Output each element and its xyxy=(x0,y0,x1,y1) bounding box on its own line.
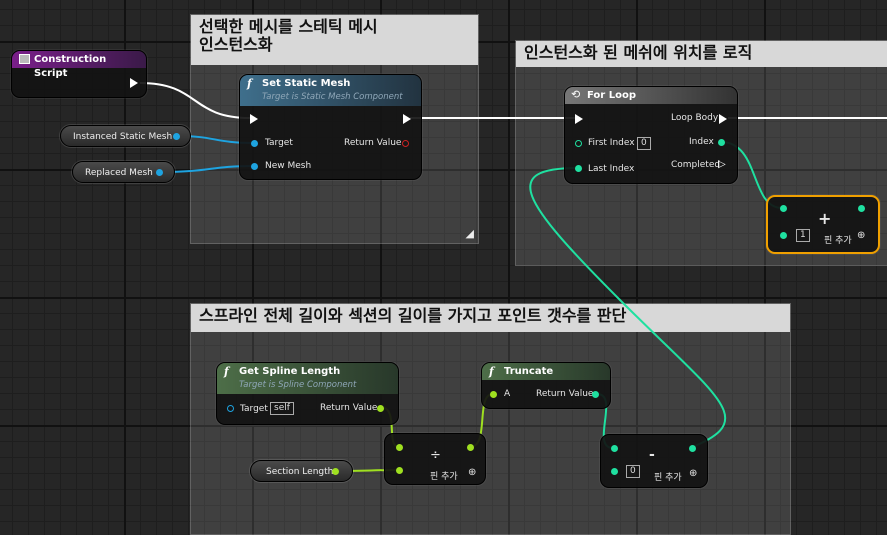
last-index-label: Last Index xyxy=(588,164,635,174)
return-value-pin[interactable] xyxy=(592,391,599,398)
input-b-value[interactable]: 1 xyxy=(796,229,810,242)
subtract-node[interactable]: - 0 핀 추가 ⊕ xyxy=(600,434,708,488)
variable-label: Instanced Static Mesh xyxy=(73,132,173,142)
return-value-label: Return Value xyxy=(344,138,402,148)
loop-icon: ⟲ xyxy=(571,88,581,101)
last-index-pin[interactable] xyxy=(575,165,582,172)
input-a-pin[interactable] xyxy=(490,391,497,398)
target-pin[interactable] xyxy=(227,405,234,412)
divide-node[interactable]: ÷ 핀 추가 ⊕ xyxy=(384,433,486,485)
operator-symbol: - xyxy=(649,447,655,463)
target-label: Target xyxy=(265,138,293,148)
input-a-pin[interactable] xyxy=(396,444,403,451)
node-subtitle: Target is Spline Component xyxy=(239,380,357,390)
node-title: Construction Script xyxy=(34,54,107,79)
add-pin-icon[interactable]: ⊕ xyxy=(857,230,865,241)
return-value-pin[interactable] xyxy=(377,405,384,412)
input-b-value[interactable]: 0 xyxy=(626,465,640,478)
set-static-mesh-node[interactable]: f Set Static Mesh Target is Static Mesh … xyxy=(239,74,422,180)
first-index-input[interactable]: 0 xyxy=(637,137,651,150)
first-index-pin[interactable] xyxy=(575,140,582,147)
for-loop-node[interactable]: ⟲ For Loop Loop Body First Index 0 Index… xyxy=(564,86,738,184)
target-input[interactable]: self xyxy=(270,402,294,415)
completed-label: Completed xyxy=(671,160,721,170)
index-pin[interactable] xyxy=(718,139,725,146)
index-label: Index xyxy=(689,137,714,147)
node-title: Get Spline Length xyxy=(239,366,341,377)
result-pin[interactable] xyxy=(467,444,474,451)
input-a-pin[interactable] xyxy=(780,205,787,212)
node-title: Truncate xyxy=(504,366,554,377)
exec-wire xyxy=(139,82,251,119)
result-pin[interactable] xyxy=(689,445,696,452)
add-pin-label[interactable]: 핀 추가 xyxy=(824,233,852,246)
new-mesh-pin[interactable] xyxy=(251,163,258,170)
variable-label: Section Length xyxy=(266,467,334,477)
add-pin-icon[interactable]: ⊕ xyxy=(468,467,476,478)
add-pin-label[interactable]: 핀 추가 xyxy=(430,469,458,482)
return-value-label: Return Value xyxy=(536,389,594,399)
node-header: f Truncate xyxy=(482,363,610,380)
function-icon: f xyxy=(247,77,252,90)
input-a-pin[interactable] xyxy=(611,445,618,452)
operator-symbol: + xyxy=(818,209,832,228)
variable-out-pin[interactable] xyxy=(156,169,163,176)
node-header: ⟲ For Loop xyxy=(565,87,737,104)
function-icon: f xyxy=(224,365,229,378)
target-pin[interactable] xyxy=(251,140,258,147)
exec-in-pin[interactable] xyxy=(250,114,258,124)
first-index-label: First Index xyxy=(588,138,635,148)
operator-symbol: ÷ xyxy=(430,448,441,463)
truncate-node[interactable]: f Truncate A Return Value xyxy=(481,362,611,409)
exec-out-pin[interactable] xyxy=(403,114,411,124)
return-value-pin[interactable] xyxy=(402,140,409,147)
add-pin-label[interactable]: 핀 추가 xyxy=(654,470,682,483)
add-node[interactable]: + 1 핀 추가 ⊕ xyxy=(766,195,880,254)
exec-in-pin[interactable] xyxy=(575,114,583,124)
node-header: f Get Spline Length Target is Spline Com… xyxy=(217,363,398,394)
node-title: Set Static Mesh xyxy=(262,78,351,89)
completed-pin-outline-icon: ▷ xyxy=(718,159,726,170)
node-subtitle: Target is Static Mesh Component xyxy=(262,92,403,102)
input-b-pin[interactable] xyxy=(396,467,403,474)
replaced-mesh-variable[interactable]: Replaced Mesh xyxy=(72,161,175,183)
input-a-label: A xyxy=(504,389,511,399)
event-icon xyxy=(19,54,30,64)
input-b-pin[interactable] xyxy=(611,468,618,475)
exec-out-pin[interactable] xyxy=(130,78,138,88)
result-pin[interactable] xyxy=(858,205,865,212)
node-title: For Loop xyxy=(587,90,636,101)
loop-body-pin[interactable] xyxy=(719,114,727,124)
node-header: Construction Script xyxy=(12,51,146,79)
node-header: f Set Static Mesh Target is Static Mesh … xyxy=(240,75,421,106)
new-mesh-label: New Mesh xyxy=(265,161,312,171)
input-b-pin[interactable] xyxy=(780,232,787,239)
target-label: Target xyxy=(240,404,268,414)
add-pin-icon[interactable]: ⊕ xyxy=(689,468,697,479)
variable-out-pin[interactable] xyxy=(173,133,180,140)
function-icon: f xyxy=(489,365,494,378)
variable-label: Replaced Mesh xyxy=(85,168,153,178)
get-spline-length-node[interactable]: f Get Spline Length Target is Spline Com… xyxy=(216,362,399,425)
loop-body-label: Loop Body xyxy=(671,113,719,123)
section-length-variable[interactable]: Section Length xyxy=(250,460,353,482)
variable-out-pin[interactable] xyxy=(332,468,339,475)
construction-script-node[interactable]: Construction Script xyxy=(11,50,147,98)
instanced-static-mesh-variable[interactable]: Instanced Static Mesh xyxy=(60,125,191,147)
return-value-label: Return Value xyxy=(320,403,378,413)
